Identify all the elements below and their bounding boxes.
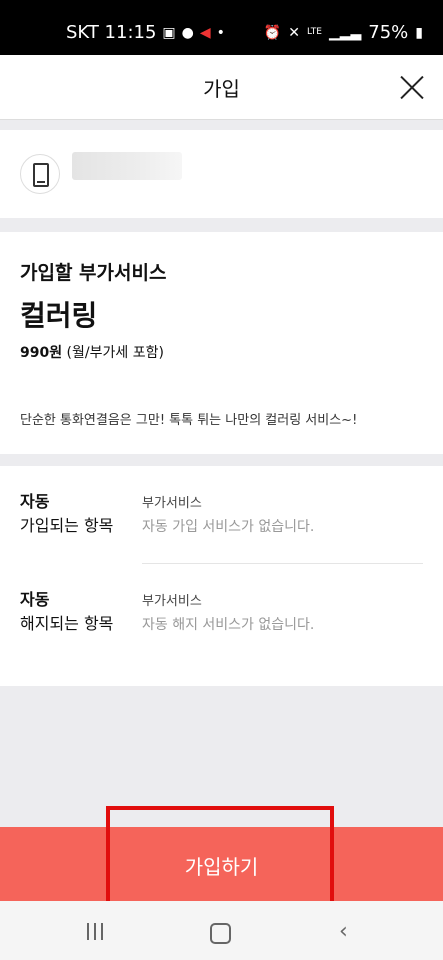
close-icon[interactable] — [399, 74, 425, 100]
auto-cancel-title: 자동 해지되는 항목 — [20, 588, 113, 636]
auto-cancel-title-line1: 자동 — [20, 590, 50, 609]
recent-apps-icon[interactable] — [87, 923, 103, 940]
divider — [142, 563, 423, 564]
status-left: SKT 11:15 ▣ ● ◀ • — [66, 22, 225, 43]
status-right: ⏰ ✕ LTE ▁▂▃ 75% ▮ — [264, 22, 423, 43]
status-dot: • — [216, 24, 225, 41]
service-name: 컬러링 — [20, 299, 98, 332]
masked-phone-number — [72, 152, 182, 180]
service-description: 단순한 통화연결음은 그만! 톡톡 튀는 나만의 컬러링 서비스~! — [20, 413, 358, 428]
auto-join-title: 자동 가입되는 항목 — [20, 490, 113, 538]
status-bar: SKT 11:15 ▣ ● ◀ • ⏰ ✕ LTE ▁▂▃ 75% ▮ — [0, 0, 443, 55]
talk-icon: ● — [181, 24, 194, 41]
join-button[interactable]: 가입하기 — [0, 827, 443, 901]
lte-icon: LTE — [306, 27, 322, 37]
price-amount: 990원 — [20, 345, 63, 361]
items-card: 자동 가입되는 항목 부가서비스 자동 가입 서비스가 없습니다. 자동 해지되… — [0, 466, 443, 686]
phone-number-card — [0, 130, 443, 218]
join-button-label: 가입하기 — [184, 855, 259, 879]
auto-cancel-title-line2: 해지되는 항목 — [20, 614, 114, 633]
carrier-time: SKT 11:15 — [66, 22, 157, 43]
mute-icon: ✕ — [288, 24, 300, 41]
image-icon: ▣ — [162, 24, 176, 41]
auto-join-category: 부가서비스 — [142, 496, 202, 511]
service-price: 990원 (월/부가세 포함) — [20, 342, 164, 362]
alarm-icon: ⏰ — [263, 24, 282, 41]
service-card: 가입할 부가서비스 컬러링 990원 (월/부가세 포함) 단순한 통화연결음은… — [0, 232, 443, 454]
auto-cancel-value: 자동 해지 서비스가 없습니다. — [142, 617, 315, 633]
app-header: 가입 — [0, 55, 443, 120]
auto-cancel-category: 부가서비스 — [142, 594, 202, 609]
back-icon[interactable]: ‹ — [339, 919, 348, 944]
phone-icon — [20, 154, 60, 194]
auto-join-value: 자동 가입 서비스가 없습니다. — [142, 519, 315, 535]
auto-join-title-line2: 가입되는 항목 — [20, 516, 114, 535]
signal-icon: ▁▂▃ — [328, 24, 362, 41]
service-label: 가입할 부가서비스 — [20, 262, 167, 284]
battery-level: 75% — [368, 22, 409, 43]
navigation-bar: ‹ — [0, 901, 443, 960]
page-title: 가입 — [203, 77, 240, 101]
auto-join-title-line1: 자동 — [20, 492, 50, 511]
price-note: (월/부가세 포함) — [62, 345, 164, 361]
home-icon[interactable] — [210, 923, 231, 944]
battery-icon: ▮ — [415, 24, 423, 41]
megaphone-icon: ◀ — [199, 24, 211, 41]
